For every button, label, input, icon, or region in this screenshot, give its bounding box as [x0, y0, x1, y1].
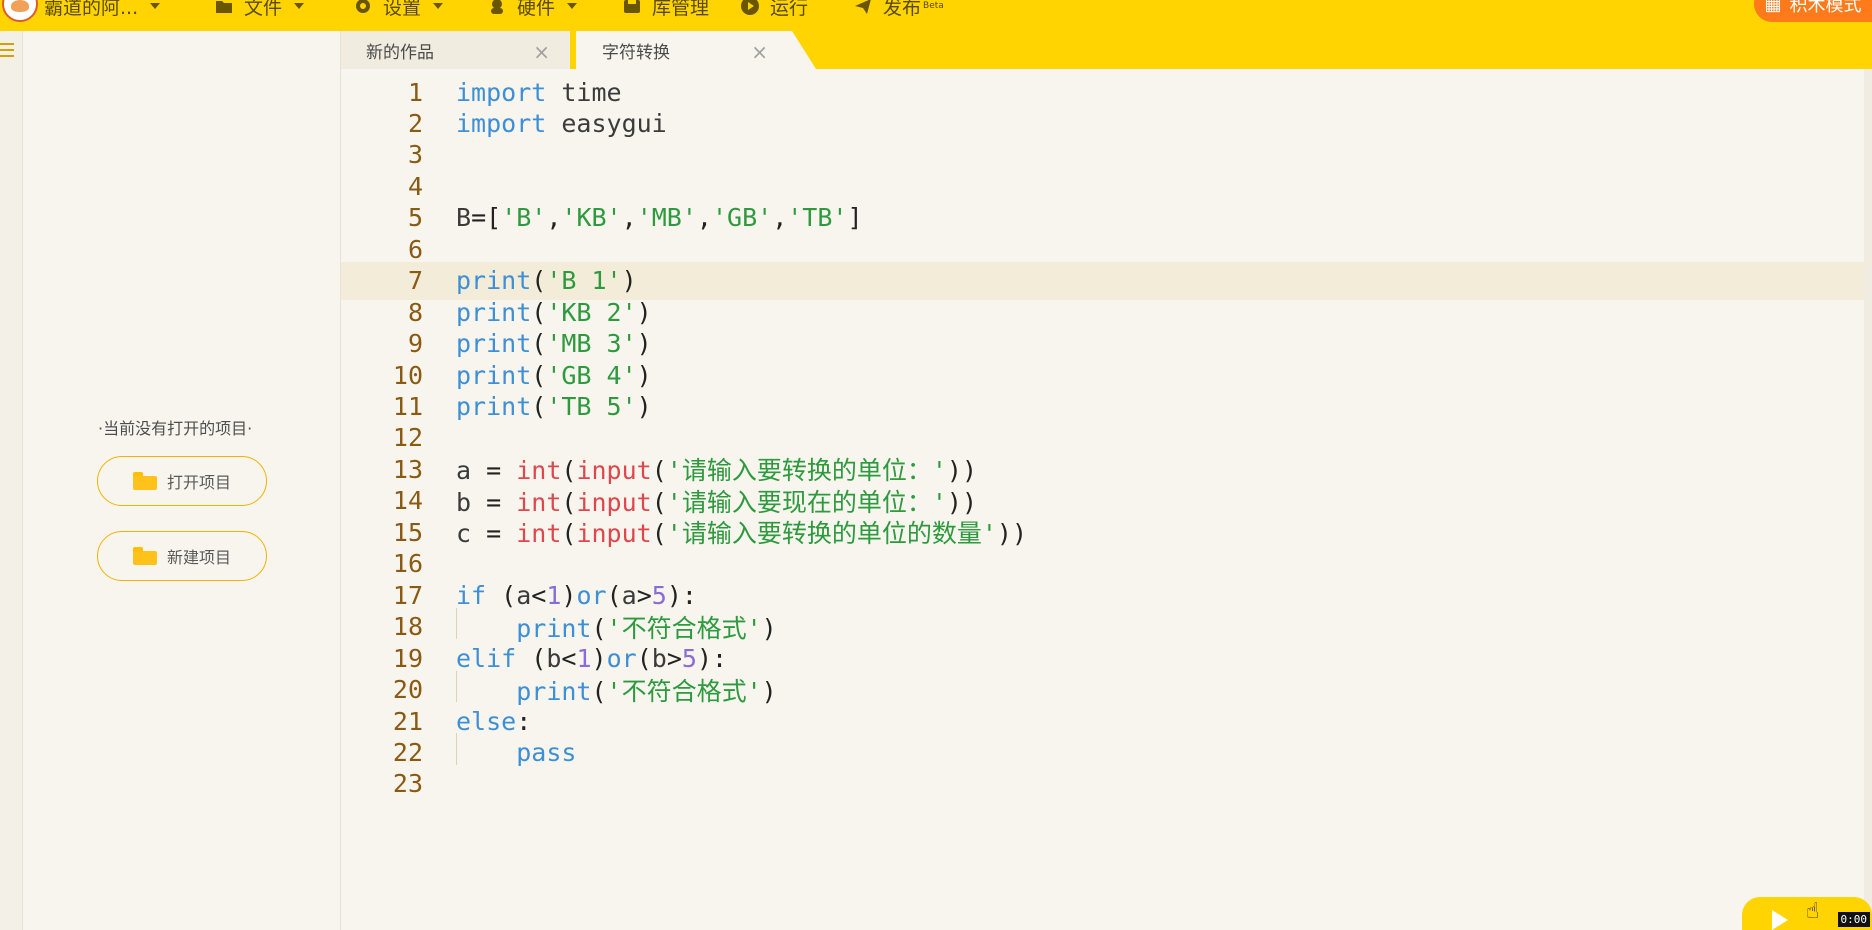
code-text[interactable]: if (a<1)or(a>5): — [456, 581, 697, 610]
paper-plane-icon — [853, 0, 873, 16]
run-menu[interactable]: 运行 — [740, 0, 808, 19]
vertical-scrollbar[interactable] — [1864, 69, 1872, 930]
tab-char-convert[interactable]: 字符转换 × — [576, 31, 816, 69]
line-number: 15 — [392, 517, 423, 547]
side-toolbar — [0, 31, 23, 930]
tab-new-work[interactable]: 新的作品 × — [340, 31, 570, 69]
library-menu-label: 库管理 — [652, 0, 710, 19]
hand-cursor-icon: ☝ — [1806, 899, 1820, 924]
line-number: 21 — [392, 706, 423, 736]
line-number: 19 — [392, 643, 423, 673]
code-text[interactable]: print('MB 3') — [456, 329, 652, 358]
open-project-label: 打开项目 — [166, 473, 231, 492]
code-text[interactable]: B=['B','KB','MB','GB','TB'] — [456, 203, 863, 232]
line-number: 11 — [392, 392, 423, 421]
code-text[interactable]: print('GB 4') — [456, 361, 652, 390]
block-mode-label: 积木模式 — [1789, 0, 1862, 16]
menu-bar: 霸道的阿... 文件 设置 硬件 库管理 运行 发布 Beta ▦ 积木模式 — [0, 0, 1872, 26]
line-number: 18 — [392, 612, 423, 642]
indent-guide — [456, 607, 457, 640]
run-menu-label: 运行 — [770, 0, 809, 19]
line-number: 5 — [407, 203, 423, 233]
code-text[interactable]: pass — [456, 738, 576, 767]
code-text[interactable]: print('TB 5') — [456, 392, 652, 421]
code-text[interactable]: import time — [456, 78, 622, 107]
hardware-menu-label: 硬件 — [517, 0, 556, 19]
file-menu[interactable]: 文件 — [214, 0, 305, 19]
indent-guide — [456, 733, 457, 765]
beta-badge: Beta — [923, 1, 944, 11]
line-number: 3 — [407, 140, 423, 170]
file-menu-label: 文件 — [244, 0, 283, 19]
open-project-button[interactable]: 打开项目 — [97, 456, 267, 506]
code-text[interactable]: import easygui — [456, 109, 667, 138]
library-icon — [622, 0, 642, 16]
folder-open-icon — [132, 472, 157, 490]
publish-menu-label: 发布 — [883, 0, 922, 19]
line-number: 14 — [392, 486, 423, 516]
line-number: 7 — [407, 266, 423, 296]
timer: 0:00 — [1837, 912, 1870, 927]
code-text[interactable]: print('B 1') — [456, 266, 637, 295]
line-number: 6 — [407, 234, 423, 264]
line-number: 9 — [407, 329, 423, 359]
gear-icon — [353, 0, 373, 16]
play-circle-icon — [740, 0, 760, 16]
line-number: 22 — [392, 737, 423, 767]
code-text[interactable]: elif (b<1)or(b>5): — [456, 644, 727, 673]
tab-label: 字符转换 — [602, 42, 670, 63]
indent-guide — [456, 670, 457, 702]
empty-project-tip: ·当前没有打开的项目· — [98, 419, 253, 438]
new-project-label: 新建项目 — [166, 548, 231, 567]
user-avatar[interactable] — [2, 0, 38, 22]
line-number: 8 — [407, 297, 423, 327]
blocks-icon: ▦ — [1764, 0, 1782, 15]
menu-icon[interactable] — [0, 41, 14, 59]
project-panel: ·当前没有打开的项目· 打开项目 新建项目 — [0, 31, 341, 930]
close-icon[interactable]: × — [751, 40, 768, 64]
line-number: 10 — [392, 360, 423, 390]
chevron-down-icon — [567, 3, 578, 9]
user-name: 霸道的阿... — [44, 0, 139, 19]
block-mode-button[interactable]: ▦ 积木模式 — [1754, 0, 1872, 22]
code-text[interactable]: print('KB 2') — [456, 298, 652, 327]
line-number: 23 — [392, 769, 423, 799]
line-number: 16 — [392, 549, 423, 579]
line-number: 13 — [392, 454, 423, 484]
line-number: 1 — [407, 77, 423, 107]
folder-plus-icon — [132, 547, 157, 565]
line-number: 12 — [392, 423, 423, 453]
chevron-down-icon — [294, 3, 305, 9]
publish-menu[interactable]: 发布 Beta — [853, 0, 944, 19]
code-text[interactable]: else: — [456, 707, 531, 736]
chevron-down-icon — [433, 3, 444, 9]
close-icon[interactable]: × — [533, 40, 550, 64]
code-line[interactable]: 23 — [341, 765, 1872, 803]
user-menu[interactable]: 霸道的阿... — [44, 0, 161, 19]
new-project-button[interactable]: 新建项目 — [97, 531, 267, 581]
line-number: 20 — [392, 675, 423, 705]
settings-menu[interactable]: 设置 — [353, 0, 444, 19]
library-menu[interactable]: 库管理 — [622, 0, 709, 19]
line-number: 2 — [407, 108, 423, 138]
chevron-down-icon — [150, 3, 161, 9]
folder-icon — [214, 0, 234, 16]
line-number: 4 — [407, 171, 423, 201]
line-number: 17 — [392, 580, 423, 610]
code-editor[interactable]: 1 import time 2 import easygui 3 4 5 B=['B','KB… — [341, 69, 1872, 930]
robot-icon — [487, 0, 507, 16]
settings-menu-label: 设置 — [383, 0, 422, 19]
tab-label: 新的作品 — [366, 42, 434, 63]
hardware-menu[interactable]: 硬件 — [487, 0, 578, 19]
